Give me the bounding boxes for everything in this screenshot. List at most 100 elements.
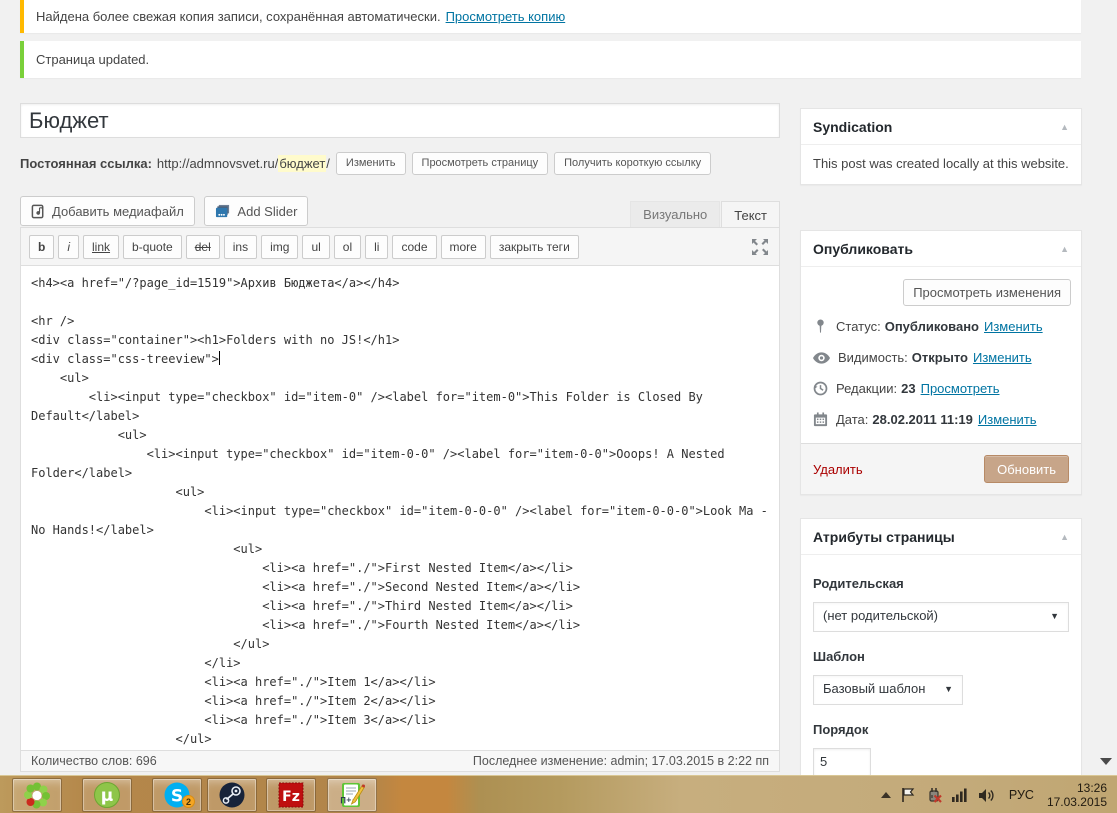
volume-icon[interactable] [978,788,996,803]
qt-close-tags-button[interactable]: закрыть теги [490,235,579,259]
taskbar-utorrent-button[interactable]: µ [82,778,132,812]
get-shortlink-button[interactable]: Получить короткую ссылку [554,152,711,175]
publish-header[interactable]: Опубликовать ▲ [801,231,1081,267]
syndication-header[interactable]: Syndication ▲ [801,109,1081,145]
svg-text:µ: µ [101,786,114,806]
syndication-panel: Syndication ▲ This post was created loca… [800,108,1082,185]
page-attributes-header[interactable]: Атрибуты страницы ▲ [801,519,1081,555]
parent-page-select[interactable]: (нет родительской) ▼ [813,602,1069,632]
visibility-row: Видимость:Открыто Изменить [801,342,1081,373]
qt-del-button[interactable]: del [186,235,220,259]
skype-badge: 2 [182,795,195,808]
template-label: Шаблон [813,648,1069,667]
page-attributes-panel: Атрибуты страницы ▲ Родительская (нет ро… [800,518,1082,808]
qt-ol-button[interactable]: ol [334,235,361,259]
qt-li-button[interactable]: li [365,235,388,259]
template-select[interactable]: Базовый шаблон ▼ [813,675,963,705]
notepad-plus-plus-icon: ∏++ [338,781,366,809]
parent-label: Родительская [813,575,1069,594]
qt-bold-button[interactable]: b [29,235,54,259]
steam-icon [218,781,246,809]
show-hidden-icons-arrow[interactable] [881,792,891,798]
taskbar-skype-button[interactable]: S 2 [152,778,202,812]
scrollbar-down-arrow[interactable] [1100,758,1112,765]
add-media-button[interactable]: Добавить медиафайл [20,196,195,226]
editor-status-bar: Количество слов: 696 Последнее изменение… [21,750,779,771]
collapse-toggle-icon[interactable]: ▲ [1060,532,1069,542]
update-button[interactable]: Обновить [984,455,1069,483]
publish-panel: Опубликовать ▲ Просмотреть изменения Ста… [800,230,1082,495]
view-autosave-copy-link[interactable]: Просмотреть копию [446,9,566,24]
clock-date: 17.03.2015 [1047,795,1107,809]
utorrent-icon: µ [93,781,121,809]
action-center-flag-icon[interactable] [900,787,916,803]
order-label: Порядок [813,721,1069,740]
qt-code-button[interactable]: code [392,235,436,259]
date-row: Дата:28.02.2011 11:19 Изменить [801,404,1081,435]
delete-link[interactable]: Удалить [813,462,863,477]
updated-notice-text: Страница updated. [36,52,149,67]
collapse-toggle-icon[interactable]: ▲ [1060,122,1069,132]
taskbar-icq-button[interactable] [12,778,62,812]
media-icon [31,204,46,219]
taskbar-notepadpp-button[interactable]: ∏++ [327,778,377,812]
page-title-input[interactable] [20,103,780,138]
edit-date-link[interactable]: Изменить [978,412,1037,427]
autosave-notice: Найдена более свежая копия записи, сохра… [20,0,1081,33]
qt-italic-button[interactable]: i [58,235,79,259]
publish-title: Опубликовать [813,241,913,257]
icq-icon [23,781,51,809]
qt-img-button[interactable]: img [261,235,298,259]
tab-text[interactable]: Текст [721,201,780,228]
syndication-title: Syndication [813,119,892,135]
preview-changes-button[interactable]: Просмотреть изменения [903,279,1071,306]
language-indicator[interactable]: РУС [1005,788,1038,802]
permalink-url-prefix: http://admnovsvet.ru/ [157,156,278,171]
taskbar-filezilla-button[interactable]: Fz [266,778,316,812]
power-icon[interactable] [925,787,943,804]
qt-more-button[interactable]: more [441,235,486,259]
svg-text:S: S [171,787,183,807]
word-count: Количество слов: 696 [31,754,157,768]
tab-visual[interactable]: Визуально [630,201,720,228]
order-input[interactable] [813,748,871,776]
quicktags-toolbar: b i link b-quote del ins img ul ol li co… [21,228,779,266]
clock-time: 13:26 [1047,781,1107,795]
editor-mode-tabs: Визуально Текст [630,201,780,228]
edit-status-link[interactable]: Изменить [984,319,1043,334]
edit-visibility-link[interactable]: Изменить [973,350,1032,365]
browse-revisions-link[interactable]: Просмотреть [921,381,1000,396]
network-signal-icon[interactable] [952,788,969,802]
svg-text:Fz: Fz [282,789,300,805]
revisions-row: Редакции:23 Просмотреть [801,373,1081,404]
chevron-down-icon: ▼ [1050,610,1059,623]
permalink-url-suffix: / [326,156,330,171]
taskbar-steam-button[interactable] [207,778,257,812]
slider-icon [215,204,231,219]
permalink-slug[interactable]: бюджет [278,155,326,172]
code-editor-textarea[interactable]: <h4><a href="/?page_id=1519">Архив Бюдже… [21,266,779,750]
revisions-icon [813,381,828,396]
taskbar-clock[interactable]: 13:26 17.03.2015 [1047,781,1109,809]
eye-icon [813,352,830,364]
permalink-label: Постоянная ссылка: [20,156,152,171]
qt-link-button[interactable]: link [83,235,119,259]
edit-permalink-button[interactable]: Изменить [336,152,406,175]
updated-notice: Страница updated. [20,41,1081,78]
autosave-notice-text: Найдена более свежая копия записи, сохра… [36,9,441,24]
page-attributes-title: Атрибуты страницы [813,529,955,545]
view-page-button[interactable]: Просмотреть страницу [412,152,549,175]
pin-icon [813,318,828,334]
status-row: Статус:Опубликовано Изменить [801,310,1081,342]
syndication-body: This post was created locally at this we… [801,145,1081,184]
system-tray: РУС 13:26 17.03.2015 [881,776,1109,813]
qt-ins-button[interactable]: ins [224,235,257,259]
collapse-toggle-icon[interactable]: ▲ [1060,244,1069,254]
add-slider-button[interactable]: Add Slider [204,196,308,226]
permalink-row: Постоянная ссылка: http://admnovsvet.ru/… [20,150,780,176]
fullscreen-icon[interactable] [751,238,769,256]
qt-blockquote-button[interactable]: b-quote [123,235,182,259]
qt-ul-button[interactable]: ul [302,235,329,259]
chevron-down-icon: ▼ [944,683,953,696]
last-edited: Последнее изменение: admin; 17.03.2015 в… [473,754,769,768]
